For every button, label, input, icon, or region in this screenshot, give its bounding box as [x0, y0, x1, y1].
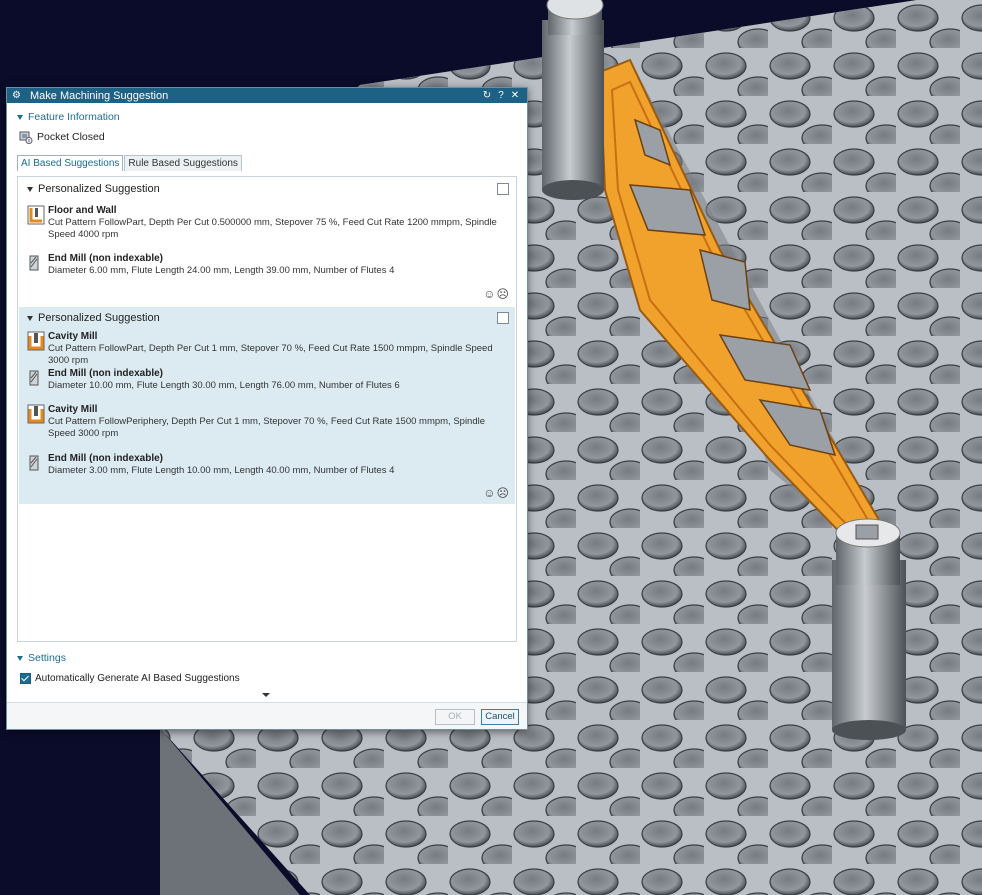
cavity-mill-icon: [27, 331, 45, 351]
settings-section: Settings Automatically Generate AI Based…: [7, 650, 527, 686]
feedback-icons: ☺ ☹: [483, 486, 509, 500]
dislike-frown-icon[interactable]: ☹: [496, 287, 509, 301]
make-machining-suggestion-dialog: ⚙ Make Machining Suggestion ↻ ? ✕ Featur…: [6, 87, 528, 730]
like-smiley-icon[interactable]: ☺: [483, 486, 495, 500]
feature-name: Pocket Closed: [37, 131, 105, 143]
operation-name: Cavity Mill: [48, 404, 98, 415]
tool-item[interactable]: End Mill (non indexable) Diameter 6.00 m…: [27, 253, 507, 281]
dialog-title-bar[interactable]: ⚙ Make Machining Suggestion ↻ ? ✕: [7, 88, 527, 103]
tool-name: End Mill (non indexable): [48, 453, 163, 464]
collapse-triangle-icon: [27, 315, 33, 321]
reset-icon[interactable]: ↻: [480, 90, 494, 101]
feedback-icons: ☺ ☹: [483, 287, 509, 301]
suggestion-tabs: AI Based Suggestions Rule Based Suggesti…: [17, 155, 243, 171]
tab-rule-based-suggestions[interactable]: Rule Based Suggestions: [124, 155, 242, 171]
operation-item[interactable]: Cavity Mill Cut Pattern FollowPart, Dept…: [27, 331, 507, 366]
settings-header[interactable]: Settings: [7, 650, 527, 666]
operation-parameters: Cut Pattern FollowPeriphery, Depth Per C…: [48, 416, 486, 439]
end-mill-icon: [29, 255, 39, 271]
auto-generate-label: Automatically Generate AI Based Suggesti…: [35, 672, 240, 684]
tool-name: End Mill (non indexable): [48, 253, 163, 264]
tool-item[interactable]: End Mill (non indexable) Diameter 3.00 m…: [27, 453, 507, 481]
auto-generate-checkbox[interactable]: [20, 672, 31, 684]
dislike-frown-icon[interactable]: ☹: [496, 486, 509, 500]
suggestion-checkbox[interactable]: [497, 183, 509, 195]
pocket-feature-icon: [19, 131, 33, 144]
gear-icon: ⚙: [12, 90, 21, 101]
clamp-pillar-left: [542, 0, 604, 200]
settings-label: Settings: [28, 652, 66, 664]
collapse-triangle-icon: [27, 186, 33, 192]
feature-information-header[interactable]: Feature Information: [7, 109, 527, 125]
clamp-pillar-right: [832, 518, 906, 740]
suggestion-title: Personalized Suggestion: [38, 183, 160, 195]
cavity-mill-icon: [27, 404, 45, 424]
end-mill-icon: [29, 370, 39, 386]
tab-ai-based-suggestions[interactable]: AI Based Suggestions: [17, 155, 124, 171]
suggestion-checkbox[interactable]: [497, 312, 509, 324]
collapse-triangle-icon: [17, 114, 23, 120]
tool-parameters: Diameter 6.00 mm, Flute Length 24.00 mm,…: [48, 265, 395, 276]
feature-row[interactable]: Pocket Closed: [7, 129, 527, 145]
dialog-footer: OK Cancel: [7, 702, 527, 729]
thumbs-like-smiley-icon[interactable]: ☺: [483, 287, 495, 301]
suggestion-header[interactable]: Personalized Suggestion: [19, 310, 515, 326]
tool-parameters: Diameter 3.00 mm, Flute Length 10.00 mm,…: [48, 465, 395, 476]
end-mill-icon: [29, 455, 39, 471]
operation-item[interactable]: Floor and Wall Cut Pattern FollowPart, D…: [27, 205, 507, 241]
tool-name: End Mill (non indexable): [48, 368, 163, 379]
suggestion-card[interactable]: Personalized Suggestion Floor and Wall C…: [19, 181, 515, 305]
suggestions-panel: Personalized Suggestion Floor and Wall C…: [17, 176, 517, 642]
operation-item[interactable]: Cavity Mill Cut Pattern FollowPeriphery,…: [27, 404, 507, 440]
help-icon[interactable]: ?: [494, 90, 508, 101]
operation-parameters: Cut Pattern FollowPart, Depth Per Cut 0.…: [48, 217, 497, 240]
suggestion-card[interactable]: Personalized Suggestion Cavity Mill Cut …: [19, 307, 515, 504]
cancel-button[interactable]: Cancel: [481, 709, 519, 725]
dialog-title: Make Machining Suggestion: [30, 89, 169, 102]
floor-wall-icon: [27, 205, 45, 225]
suggestion-title: Personalized Suggestion: [38, 312, 160, 324]
tool-item[interactable]: End Mill (non indexable) Diameter 10.00 …: [27, 368, 507, 396]
operation-name: Cavity Mill: [48, 331, 98, 342]
operation-name: Floor and Wall: [48, 205, 117, 216]
collapse-triangle-icon: [17, 655, 23, 661]
ok-button[interactable]: OK: [435, 709, 475, 725]
operation-parameters: Cut Pattern FollowPart, Depth Per Cut 1 …: [48, 343, 493, 366]
close-icon[interactable]: ✕: [508, 90, 522, 101]
suggestion-header[interactable]: Personalized Suggestion: [19, 181, 515, 197]
auto-generate-row[interactable]: Automatically Generate AI Based Suggesti…: [7, 670, 527, 686]
feature-information-label: Feature Information: [28, 111, 120, 123]
expand-more-icon[interactable]: [262, 693, 270, 697]
tool-parameters: Diameter 10.00 mm, Flute Length 30.00 mm…: [48, 380, 400, 391]
